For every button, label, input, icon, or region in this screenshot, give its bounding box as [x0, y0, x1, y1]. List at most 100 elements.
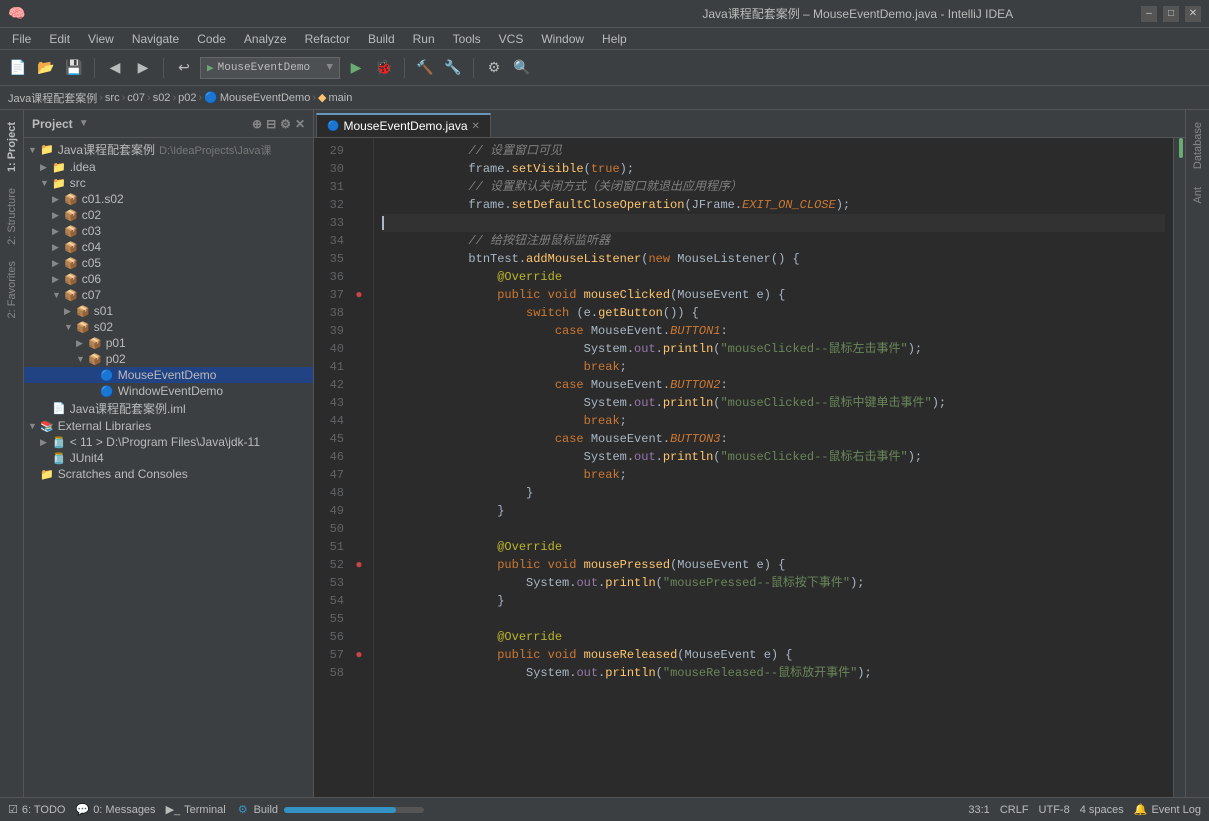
ln-45: 45	[314, 430, 350, 448]
sidebar-add-icon[interactable]: ⊕	[252, 117, 262, 131]
gutter-row-41: 41	[314, 358, 373, 376]
menu-refactor[interactable]: Refactor	[297, 30, 358, 48]
tab-close-button[interactable]: ✕	[472, 121, 480, 132]
menu-code[interactable]: Code	[189, 30, 234, 48]
status-line-ending[interactable]: CRLF	[1000, 804, 1029, 816]
breadcrumb-s02[interactable]: s02	[153, 92, 171, 104]
menu-help[interactable]: Help	[594, 30, 635, 48]
tree-item-p01[interactable]: ▶ 📦 p01	[24, 335, 313, 351]
sidebar-collapse-icon[interactable]: ⊟	[266, 117, 276, 131]
tree-icon-junit: 🫙	[52, 452, 66, 465]
toolbar-debug[interactable]: 🐞	[372, 56, 396, 80]
editor[interactable]: 29 30 31 32	[314, 138, 1185, 797]
tree-item-junit[interactable]: 🫙 JUnit4	[24, 450, 313, 466]
toolbar-undo[interactable]: ↩	[172, 56, 196, 80]
run-config-dropdown[interactable]: ▶ MouseEventDemo ▼	[200, 57, 340, 79]
code-line-46: System.out.println("mouseClicked--鼠标右击事件…	[382, 448, 1165, 466]
ln-49: 49	[314, 502, 350, 520]
maximize-button[interactable]: □	[1163, 6, 1179, 22]
sidebar-close-icon[interactable]: ✕	[295, 117, 305, 131]
menu-window[interactable]: Window	[533, 30, 592, 48]
right-tab-ant[interactable]: Ant	[1188, 179, 1208, 212]
status-indent[interactable]: 4 spaces	[1080, 804, 1124, 816]
sidebar-gear-icon[interactable]: ⚙	[280, 117, 291, 131]
vertical-scrollbar[interactable]	[1173, 138, 1185, 797]
tree-label-root: Java课程配套案例	[58, 141, 155, 158]
event-log-icon: 🔔	[1134, 803, 1148, 816]
tree-item-s02[interactable]: ▼ 📦 s02	[24, 319, 313, 335]
tree-item-idea[interactable]: ▶ 📁 .idea	[24, 159, 313, 175]
left-tab-structure[interactable]: 2: Structure	[2, 180, 22, 253]
gutter-row-40: 40	[314, 340, 373, 358]
tree-item-root[interactable]: ▼ 📁 Java课程配套案例 D:\IdeaProjects\Java课	[24, 140, 313, 159]
status-encoding[interactable]: UTF-8	[1039, 804, 1070, 816]
breadcrumb-method[interactable]: main	[328, 92, 352, 104]
toolbar-back[interactable]: ◀	[103, 56, 127, 80]
tree-item-iml[interactable]: 📄 Java课程配套案例.iml	[24, 399, 313, 418]
tree-label-c07: c07	[82, 288, 101, 302]
menu-build[interactable]: Build	[360, 30, 403, 48]
right-tab-database[interactable]: Database	[1188, 114, 1208, 177]
menu-run[interactable]: Run	[405, 30, 443, 48]
tree-item-s01[interactable]: ▶ 📦 s01	[24, 303, 313, 319]
tree-item-mouse-event-demo[interactable]: 🔵 MouseEventDemo	[24, 367, 313, 383]
status-event-log[interactable]: 🔔 Event Log	[1134, 803, 1201, 816]
tree-item-c03[interactable]: ▶ 📦 c03	[24, 223, 313, 239]
toolbar-save[interactable]: 💾	[62, 56, 86, 80]
sidebar-dropdown-arrow[interactable]: ▼	[79, 118, 89, 129]
minimize-button[interactable]: –	[1141, 6, 1157, 22]
toolbar-forward[interactable]: ▶	[131, 56, 155, 80]
tree-item-jdk[interactable]: ▶ 🫙 < 11 > D:\Program Files\Java\jdk-11	[24, 434, 313, 450]
tree-item-c02[interactable]: ▶ 📦 c02	[24, 207, 313, 223]
ln-38: 38	[314, 304, 350, 322]
toolbar-build[interactable]: 🔨	[413, 56, 437, 80]
toolbar-new[interactable]: 📄	[6, 56, 30, 80]
breadcrumb-project[interactable]: Java课程配套案例	[8, 90, 97, 106]
gutter-row-43: 43	[314, 394, 373, 412]
status-messages[interactable]: 💬 0: Messages	[75, 803, 155, 816]
tree-item-c01[interactable]: ▶ 📦 c01.s02	[24, 191, 313, 207]
status-bar: ☑ 6: TODO 💬 0: Messages ▶_ Terminal ⚙ Bu…	[0, 797, 1209, 821]
todo-label: 6: TODO	[22, 804, 66, 816]
toolbar-search[interactable]: 🔍	[510, 56, 534, 80]
tree-item-scratches[interactable]: 📁 Scratches and Consoles	[24, 466, 313, 482]
tree-item-c07[interactable]: ▼ 📦 c07	[24, 287, 313, 303]
code-content[interactable]: // 设置窗口可见 frame.setVisible(true); // 设置默…	[374, 138, 1173, 797]
menu-edit[interactable]: Edit	[41, 30, 78, 48]
close-button[interactable]: ✕	[1185, 6, 1201, 22]
breadcrumb-c07[interactable]: c07	[127, 92, 145, 104]
tree-item-c05[interactable]: ▶ 📦 c05	[24, 255, 313, 271]
tree-item-src[interactable]: ▼ 📁 src	[24, 175, 313, 191]
menu-view[interactable]: View	[80, 30, 122, 48]
toolbar-rebuild[interactable]: 🔧	[441, 56, 465, 80]
breadcrumb-class-icon: 🔵	[204, 91, 218, 104]
menu-file[interactable]: File	[4, 30, 39, 48]
status-terminal[interactable]: ▶_ Terminal	[166, 803, 226, 816]
menu-analyze[interactable]: Analyze	[236, 30, 295, 48]
status-position[interactable]: 33:1	[968, 804, 989, 816]
menu-navigate[interactable]: Navigate	[124, 30, 187, 48]
tree-item-c06[interactable]: ▶ 📦 c06	[24, 271, 313, 287]
menu-tools[interactable]: Tools	[445, 30, 489, 48]
left-tab-favorites[interactable]: 2: Favorites	[2, 253, 22, 326]
tree-arrow-jdk: ▶	[40, 437, 52, 448]
tree-item-p02[interactable]: ▼ 📦 p02	[24, 351, 313, 367]
title-bar-left: 🧠	[8, 5, 575, 22]
gutter-row-35: 35	[314, 250, 373, 268]
toolbar-settings[interactable]: ⚙	[482, 56, 506, 80]
tree-item-window-event-demo[interactable]: 🔵 WindowEventDemo	[24, 383, 313, 399]
tree-label-c01: c01.s02	[82, 192, 124, 206]
menu-vcs[interactable]: VCS	[491, 30, 532, 48]
gutter-row-49: 49	[314, 502, 373, 520]
breadcrumb-class[interactable]: MouseEventDemo	[220, 92, 311, 104]
breadcrumb-p02[interactable]: p02	[178, 92, 196, 104]
breadcrumb-src[interactable]: src	[105, 92, 120, 104]
tree-item-c04[interactable]: ▶ 📦 c04	[24, 239, 313, 255]
tab-mouse-event-demo[interactable]: 🔵 MouseEventDemo.java ✕	[316, 113, 491, 137]
toolbar-open[interactable]: 📂	[34, 56, 58, 80]
tree-label-c04: c04	[82, 240, 101, 254]
tree-item-external-libs[interactable]: ▼ 📚 External Libraries	[24, 418, 313, 434]
status-todo[interactable]: ☑ 6: TODO	[8, 803, 65, 816]
toolbar-run[interactable]: ▶	[344, 56, 368, 80]
left-tab-project[interactable]: 1: Project	[2, 114, 22, 180]
